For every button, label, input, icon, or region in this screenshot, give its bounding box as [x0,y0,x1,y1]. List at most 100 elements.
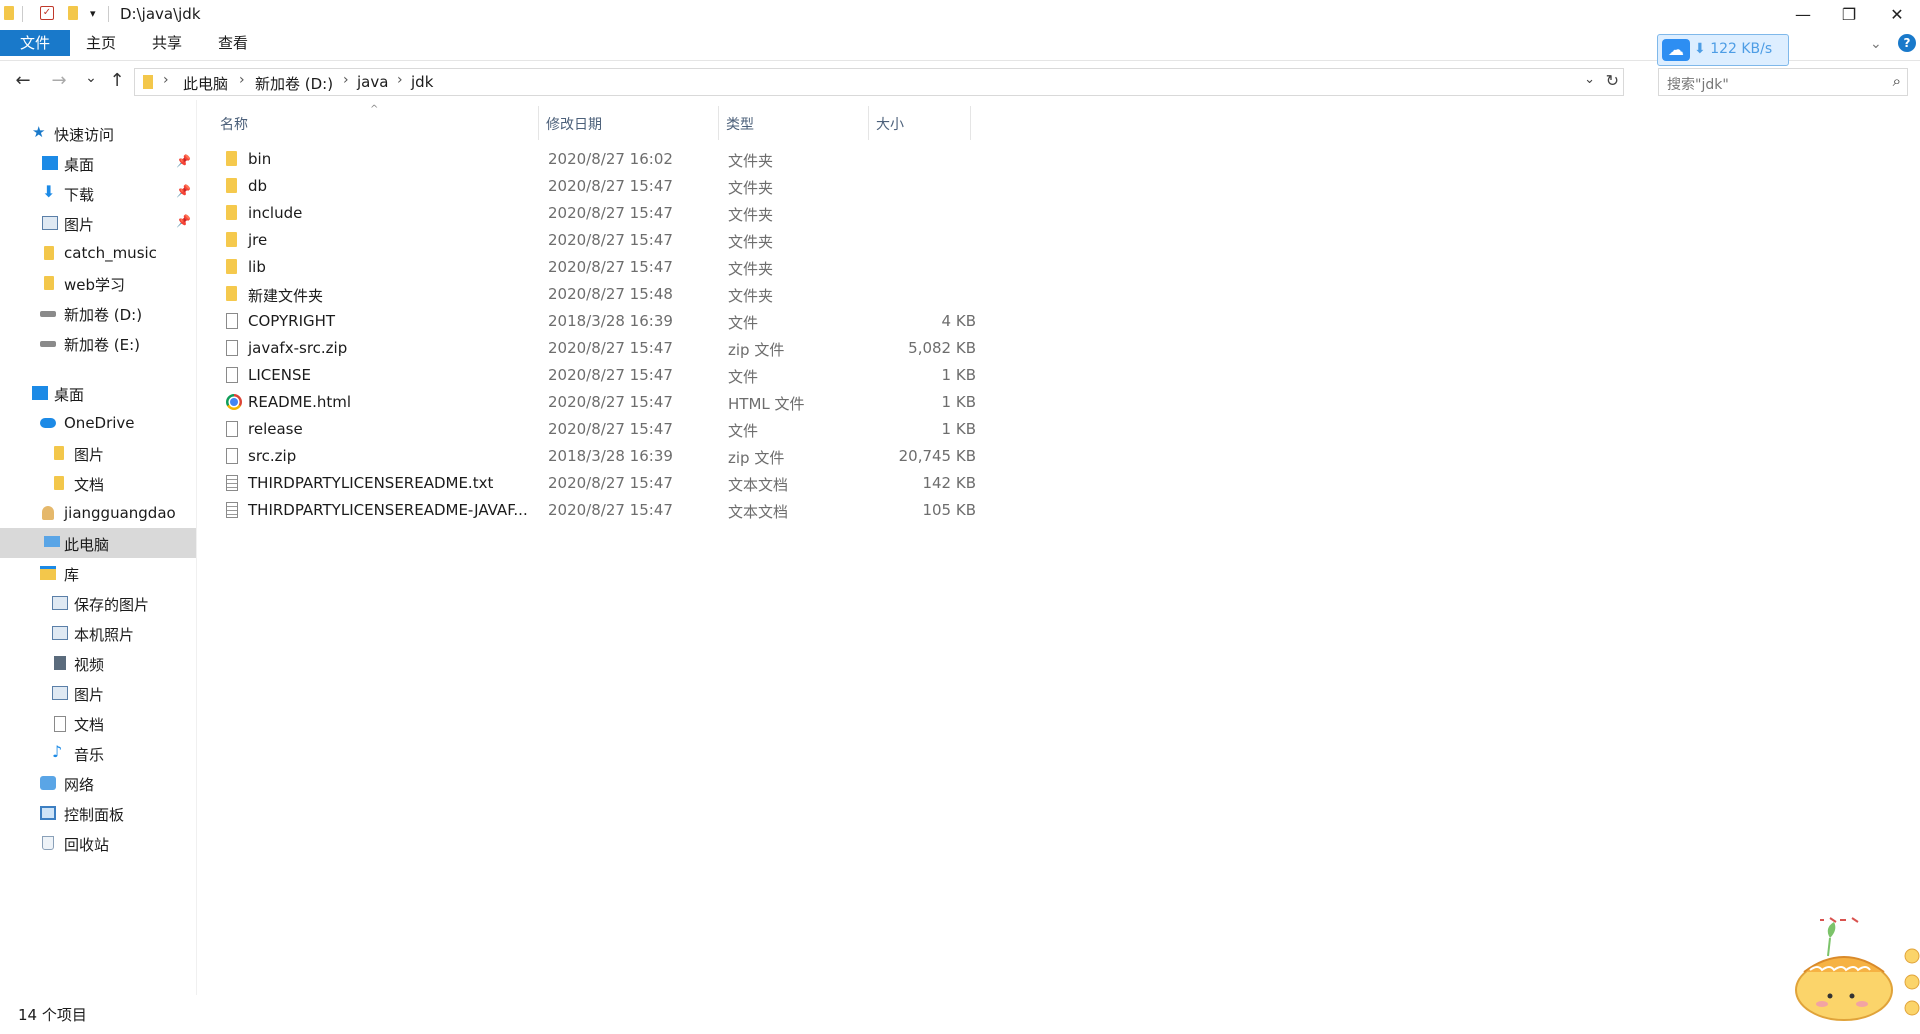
chevron-right-icon[interactable]: › [397,72,403,88]
sidebar-item-onedrive[interactable]: OneDrive [0,408,196,438]
pin-icon[interactable]: 📌 [176,154,191,168]
file-type: 文件 [728,422,759,440]
tab-home[interactable]: 主页 [72,30,130,56]
column-header-modified[interactable]: 修改日期 [540,104,718,140]
sidebar-item-web-study[interactable]: web学习 [0,268,196,298]
ribbon-tabs: 文件 主页 共享 查看 [0,30,1920,61]
breadcrumb-java[interactable]: java [357,73,388,91]
sidebar-item-network[interactable]: 网络 [0,768,196,798]
folder-icon [226,205,237,220]
file-row[interactable]: README.html 2020/8/27 15:47 HTML 文件 1 KB [216,389,976,416]
computer-icon [44,536,60,547]
sidebar-item-music[interactable]: ♪ 音乐 [0,738,196,768]
chevron-right-icon[interactable]: › [239,72,245,88]
sidebar-item-library-documents[interactable]: 文档 [0,708,196,738]
forward-button[interactable]: → [48,70,70,91]
sidebar-item-label: 新加卷 (E:) [64,336,141,354]
pictures-icon [42,216,58,230]
file-icon [226,340,238,356]
pin-icon[interactable]: 📌 [176,214,191,228]
up-button[interactable]: ↑ [106,70,128,91]
file-modified-date: 2020/8/27 15:47 [548,501,673,519]
restore-button[interactable]: ❐ [1826,0,1872,30]
breadcrumb-drive-d[interactable]: 新加卷 (D:) [255,73,333,94]
sidebar-item-onedrive-pictures[interactable]: 图片 [0,438,196,468]
close-button[interactable]: ✕ [1874,0,1920,30]
column-header-name[interactable]: 名称 [216,104,536,140]
column-header-label: 类型 [726,117,754,133]
sidebar-item-label: 图片 [74,686,105,704]
search-box[interactable]: 搜索"jdk" ⌕ [1658,68,1908,96]
address-bar[interactable]: › 此电脑 › 新加卷 (D:) › java › jdk ⌄ ↻ [134,68,1624,96]
sidebar-item-drive-d[interactable]: 新加卷 (D:) [0,298,196,328]
search-icon[interactable]: ⌕ [1893,72,1901,90]
sidebar-item-quick-access[interactable]: ★ 快速访问 [0,118,196,148]
file-row[interactable]: 新建文件夹 2020/8/27 15:48 文件夹 [216,281,976,308]
sidebar-item-library-pictures[interactable]: 图片 [0,678,196,708]
cloud-download-widget[interactable]: ☁ ⬇ 122 KB/s [1657,34,1789,66]
sidebar-item-desktop-pinned[interactable]: 桌面 📌 [0,148,196,178]
breadcrumb-this-pc[interactable]: 此电脑 [183,73,228,94]
file-row[interactable]: COPYRIGHT 2018/3/28 16:39 文件 4 KB [216,308,976,335]
file-size: 20,745 KB [898,447,976,465]
sidebar-item-desktop[interactable]: 桌面 [0,378,196,408]
column-divider[interactable] [538,106,539,140]
sidebar-item-label: 保存的图片 [74,596,150,614]
expand-ribbon-icon[interactable]: ⌄ [1870,36,1882,52]
file-row[interactable]: src.zip 2018/3/28 16:39 zip 文件 20,745 KB [216,443,976,470]
sidebar-item-catch-music[interactable]: catch_music [0,238,196,268]
minimize-button[interactable]: — [1780,0,1826,30]
file-row[interactable]: include 2020/8/27 15:47 文件夹 [216,200,976,227]
tab-share[interactable]: 共享 [138,30,196,56]
sidebar-item-label: 下载 [64,186,95,204]
sidebar-item-videos[interactable]: 视频 [0,648,196,678]
pane-divider[interactable] [196,100,197,995]
file-name: THIRDPARTYLICENSEREADME.txt [248,474,494,492]
sidebar-item-control-panel[interactable]: 控制面板 [0,798,196,828]
file-row[interactable]: release 2020/8/27 15:47 文件 1 KB [216,416,976,443]
column-divider[interactable] [970,106,971,140]
file-row[interactable]: THIRDPARTYLICENSEREADME.txt 2020/8/27 15:… [216,470,976,497]
sidebar-item-libraries[interactable]: 库 [0,558,196,588]
back-button[interactable]: ← [12,70,34,91]
chevron-down-icon[interactable]: ⌄ [1584,72,1595,87]
drive-icon [40,341,56,347]
file-row[interactable]: lib 2020/8/27 15:47 文件夹 [216,254,976,281]
file-row[interactable]: bin 2020/8/27 16:02 文件夹 [216,146,976,173]
file-row[interactable]: jre 2020/8/27 15:47 文件夹 [216,227,976,254]
column-header-size[interactable]: 大小 [870,104,970,140]
search-input[interactable]: 搜索"jdk" [1667,74,1729,94]
file-name: jre [248,231,268,249]
sidebar-item-user[interactable]: jiangguangdao [0,498,196,528]
sidebar-item-recycle-bin[interactable]: 回收站 [0,828,196,858]
sidebar-item-pictures[interactable]: 图片 📌 [0,208,196,238]
help-icon[interactable]: ? [1898,34,1916,52]
refresh-icon[interactable]: ↻ [1606,71,1619,90]
sidebar-item-camera-roll[interactable]: 本机照片 [0,618,196,648]
file-row[interactable]: LICENSE 2020/8/27 15:47 文件 1 KB [216,362,976,389]
column-divider[interactable] [718,106,719,140]
file-row[interactable]: javafx-src.zip 2020/8/27 15:47 zip 文件 5,082… [216,335,976,362]
sidebar-item-onedrive-documents[interactable]: 文档 [0,468,196,498]
recent-locations-button[interactable]: ⌄ [80,70,102,86]
tab-view[interactable]: 查看 [204,30,262,56]
chevron-right-icon[interactable]: › [163,72,169,88]
sidebar-item-this-pc[interactable]: 此电脑 [0,528,196,558]
file-size: 142 KB [922,474,976,492]
star-icon: ★ [32,123,46,141]
customize-toolbar-icon[interactable]: ▾ [90,7,96,20]
file-row[interactable]: db 2020/8/27 15:47 文件夹 [216,173,976,200]
tab-file[interactable]: 文件 [0,30,70,56]
column-divider[interactable] [868,106,869,140]
breadcrumb-jdk[interactable]: jdk [411,73,433,91]
chevron-right-icon[interactable]: › [343,72,349,88]
sidebar-item-drive-e[interactable]: 新加卷 (E:) [0,328,196,358]
pin-icon[interactable]: 📌 [176,184,191,198]
new-folder-icon[interactable] [68,6,78,20]
properties-icon[interactable]: ✓ [40,6,54,20]
cloud-icon [40,418,56,428]
sidebar-item-saved-pictures[interactable]: 保存的图片 [0,588,196,618]
column-header-type[interactable]: 类型 [720,104,868,140]
sidebar-item-downloads[interactable]: ⬇ 下载 📌 [0,178,196,208]
file-row[interactable]: THIRDPARTYLICENSEREADME-JAVAF... 2020/8/2… [216,497,976,524]
